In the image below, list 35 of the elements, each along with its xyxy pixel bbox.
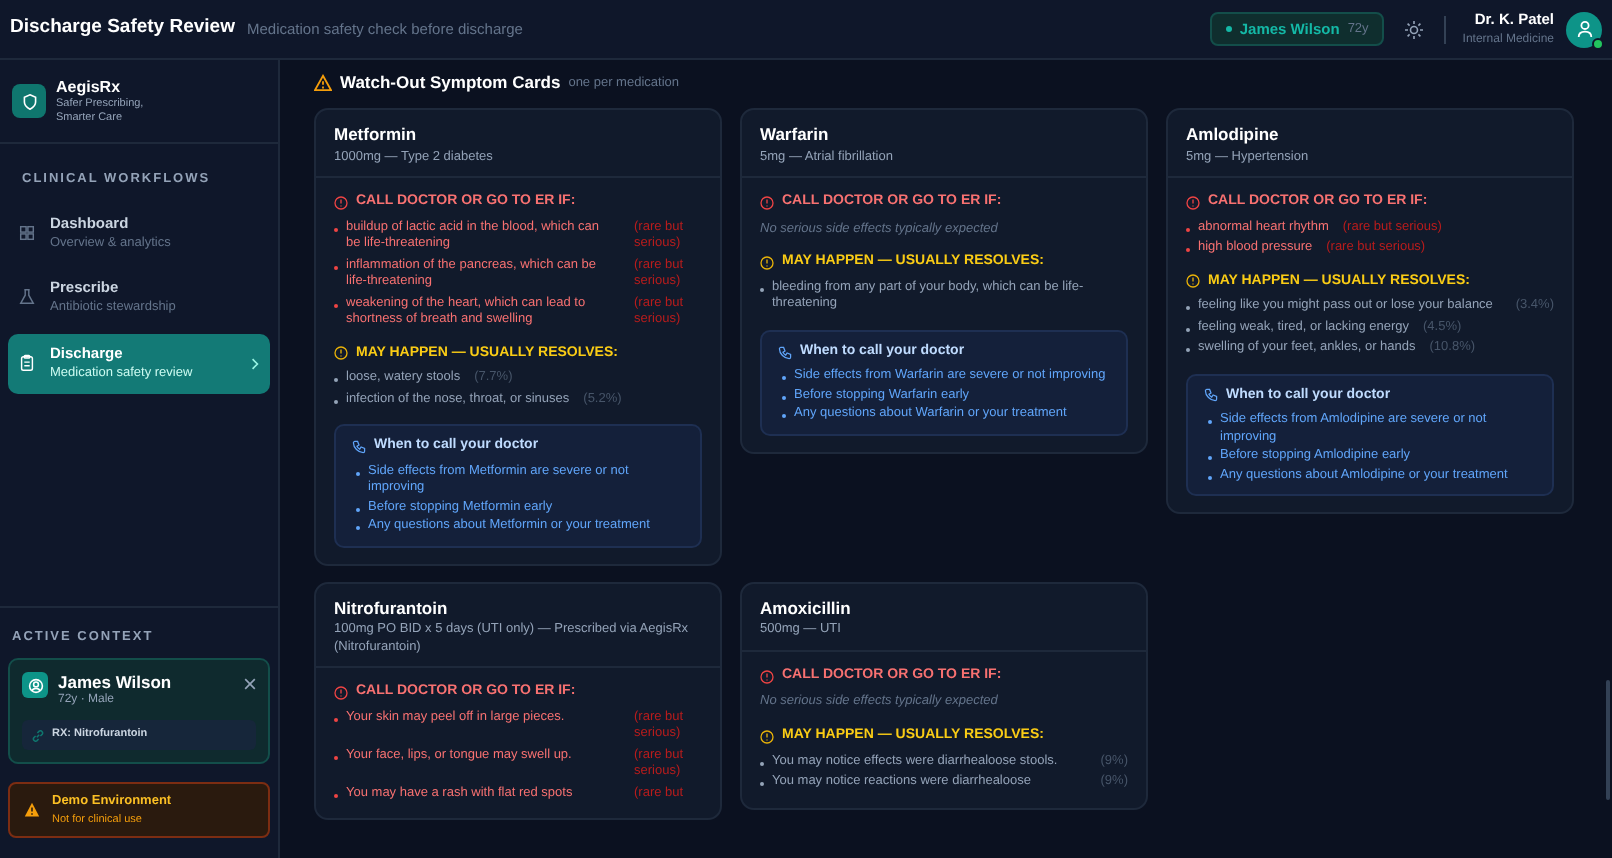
- phone-icon: [778, 345, 792, 359]
- medication-name: Warfarin: [760, 121, 831, 147]
- grid-icon: [18, 224, 36, 243]
- flask-icon: [18, 288, 36, 307]
- warning-icon: [314, 73, 332, 92]
- close-icon[interactable]: [244, 678, 256, 690]
- chevron-right-icon: [250, 357, 260, 370]
- medication-name: Amlodipine: [1186, 121, 1281, 147]
- phone-icon: [352, 439, 366, 454]
- medication-name: Amoxicillin: [760, 595, 853, 621]
- patient-name: James Wilson: [58, 672, 174, 692]
- person-icon: [27, 677, 43, 693]
- sun-icon[interactable]: [1404, 19, 1425, 39]
- alert-icon: [760, 195, 774, 210]
- warning-icon: [24, 802, 40, 818]
- info-icon: [760, 729, 774, 744]
- info-icon: [334, 346, 348, 361]
- brand-name: AegisRx: [56, 77, 123, 96]
- medication-name: Metformin: [334, 121, 419, 147]
- phone-icon: [1204, 388, 1218, 403]
- user-avatar[interactable]: [1566, 11, 1602, 47]
- info-icon: [1186, 274, 1200, 289]
- link-icon: [32, 729, 44, 741]
- shield-icon: [21, 93, 37, 109]
- alert-icon: [334, 686, 348, 700]
- clipboard-icon: [18, 354, 36, 373]
- medication-name: Nitrofurantoin: [334, 595, 450, 621]
- alert-icon: [1186, 195, 1200, 210]
- scrollbar-thumb[interactable]: [1606, 680, 1610, 800]
- person-icon: [1575, 20, 1593, 38]
- alert-icon: [760, 669, 774, 683]
- info-icon: [760, 256, 774, 270]
- alert-icon: [334, 195, 348, 210]
- section-title: Watch-Out Symptom Cards: [340, 70, 561, 96]
- page-title: Discharge Safety Review: [10, 14, 235, 43]
